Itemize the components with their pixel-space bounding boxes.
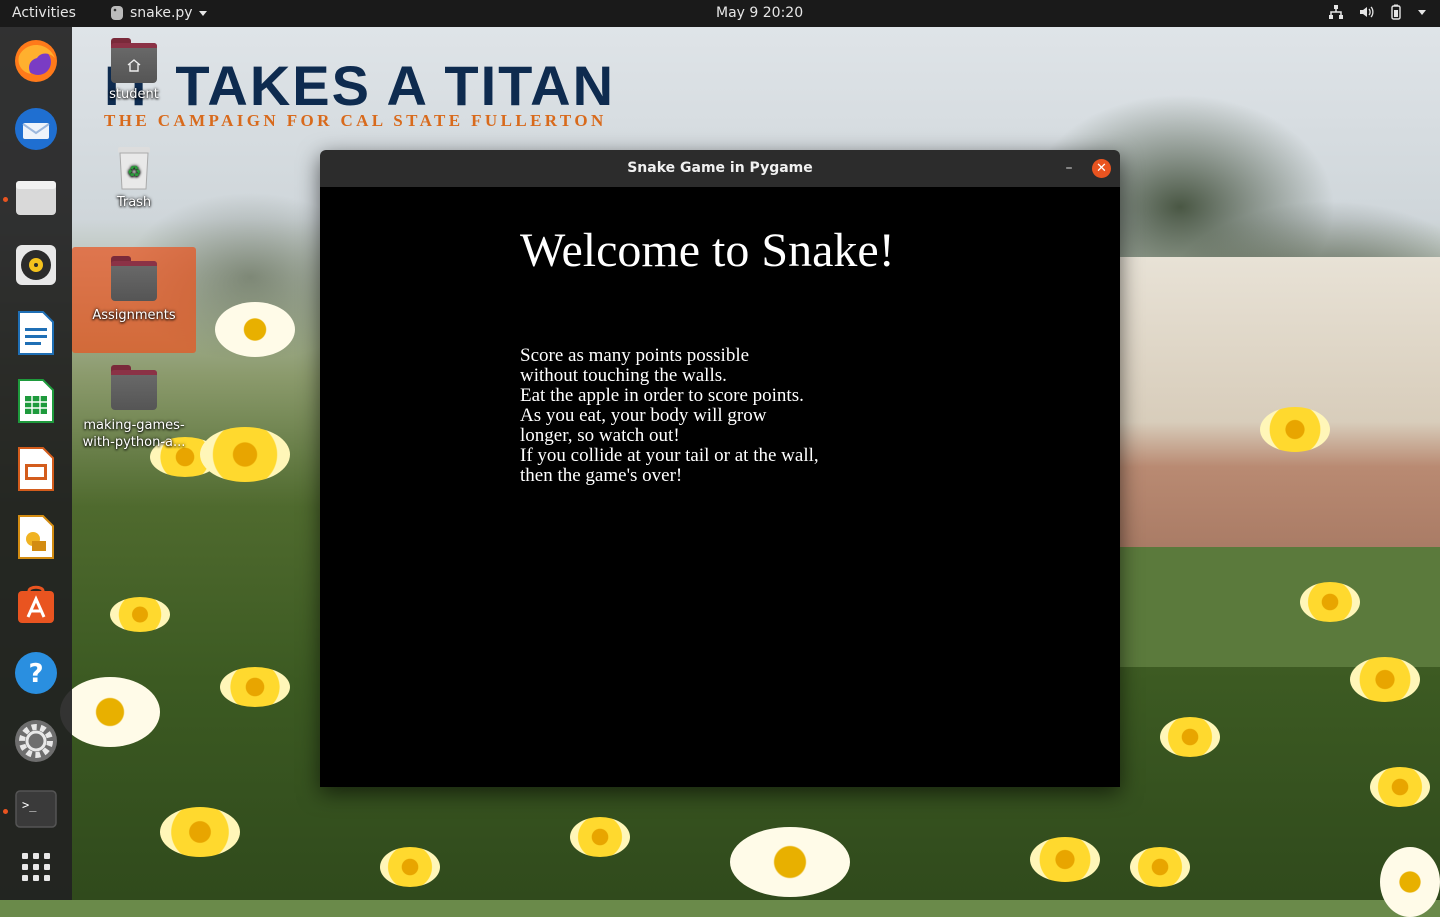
wallpaper-lawn bbox=[1120, 547, 1440, 667]
libreoffice-writer-icon bbox=[18, 311, 54, 355]
dock-calc[interactable] bbox=[12, 377, 60, 425]
instruction-line: Eat the apple in order to score points. bbox=[520, 385, 804, 406]
dock-settings[interactable] bbox=[12, 717, 60, 765]
show-applications-button[interactable] bbox=[12, 843, 60, 891]
trash-icon: ♻ bbox=[118, 147, 150, 190]
libreoffice-draw-icon bbox=[18, 515, 54, 559]
dock-firefox[interactable] bbox=[12, 37, 60, 85]
running-indicator bbox=[3, 809, 8, 814]
dock-impress[interactable] bbox=[12, 445, 60, 493]
wallpaper-flower bbox=[1030, 837, 1100, 882]
svg-text:?: ? bbox=[28, 659, 43, 689]
help-icon: ? bbox=[15, 652, 57, 694]
volume-icon bbox=[1360, 6, 1374, 18]
wallpaper-flower bbox=[730, 827, 850, 897]
folder-icon bbox=[111, 365, 157, 410]
wallpaper-flower bbox=[220, 667, 290, 707]
desktop-icon-label: making-games- with-python-a... bbox=[72, 417, 196, 451]
dock: ? >_ bbox=[0, 27, 72, 900]
game-canvas[interactable]: Welcome to Snake! Score as many points p… bbox=[320, 187, 1120, 787]
folder-icon bbox=[111, 256, 157, 301]
welcome-heading: Welcome to Snake! bbox=[520, 224, 895, 277]
desktop-icon-assignments[interactable]: Assignments bbox=[72, 247, 196, 353]
instructions-text: Score as many points possible without to… bbox=[520, 346, 819, 486]
running-indicator bbox=[3, 197, 8, 202]
snake-game-window[interactable]: Snake Game in Pygame – ✕ Welcome to Snak… bbox=[320, 150, 1120, 787]
terminal-icon: >_ bbox=[15, 790, 57, 828]
desktop-icon-label-line: making-games- bbox=[83, 418, 185, 433]
app-menu[interactable]: snake.py bbox=[110, 5, 207, 21]
dock-draw[interactable] bbox=[12, 513, 60, 561]
home-folder-icon bbox=[111, 38, 157, 83]
python-app-icon bbox=[111, 6, 123, 20]
dock-help[interactable]: ? bbox=[12, 649, 60, 697]
wallpaper-flower bbox=[215, 302, 295, 357]
close-button[interactable]: ✕ bbox=[1092, 159, 1111, 178]
firefox-icon bbox=[15, 40, 57, 82]
instruction-line: If you collide at your tail or at the wa… bbox=[520, 445, 819, 466]
system-tray[interactable] bbox=[1328, 4, 1426, 20]
gear-icon bbox=[15, 720, 57, 762]
desktop-icon-label: Trash bbox=[116, 195, 152, 210]
chevron-down-icon bbox=[198, 10, 207, 16]
instruction-line: without touching the walls. bbox=[520, 365, 727, 386]
app-grid-icon bbox=[22, 853, 50, 881]
desktop-icon-label: student bbox=[109, 87, 159, 102]
svg-text:♻: ♻ bbox=[127, 162, 141, 181]
wallpaper-flower bbox=[1300, 582, 1360, 622]
wallpaper-flower bbox=[570, 817, 630, 857]
wallpaper-flower bbox=[1130, 847, 1190, 887]
dock-files[interactable] bbox=[12, 173, 60, 221]
thunderbird-icon bbox=[15, 108, 57, 150]
desktop-icon-making-games[interactable]: making-games- with-python-a... bbox=[72, 362, 196, 451]
system-menu-chevron-icon bbox=[1418, 9, 1426, 15]
wallpaper-flower bbox=[1380, 847, 1440, 917]
desktop-icon-label-line: with-python-a... bbox=[82, 435, 186, 450]
wallpaper-flower bbox=[1370, 767, 1430, 807]
desktop-icon-label: Assignments bbox=[92, 308, 176, 323]
campaign-banner-subtitle: THE CAMPAIGN FOR CAL STATE FULLERTON bbox=[104, 111, 607, 130]
instruction-line: longer, so watch out! bbox=[520, 425, 680, 446]
instruction-line: then the game's over! bbox=[520, 465, 683, 486]
network-icon bbox=[1329, 5, 1343, 19]
wallpaper-flower bbox=[1160, 717, 1220, 757]
dock-terminal[interactable]: >_ bbox=[12, 785, 60, 833]
rhythmbox-icon bbox=[16, 245, 56, 285]
desktop-icon-home[interactable]: student bbox=[72, 37, 196, 102]
wallpaper-flower bbox=[380, 847, 440, 887]
clock[interactable]: May 9 20:20 bbox=[716, 5, 803, 21]
app-menu-label: snake.py bbox=[130, 5, 193, 21]
wallpaper-flower bbox=[60, 677, 160, 747]
minimize-button[interactable]: – bbox=[1058, 150, 1080, 187]
desktop-icon-trash[interactable]: ♻ Trash bbox=[72, 145, 196, 210]
house-icon bbox=[127, 59, 141, 72]
wallpaper-building bbox=[1120, 257, 1440, 557]
dock-thunderbird[interactable] bbox=[12, 105, 60, 153]
top-bar: Activities snake.py May 9 20:20 bbox=[0, 0, 1440, 27]
activities-button[interactable]: Activities bbox=[12, 5, 76, 21]
window-title: Snake Game in Pygame bbox=[627, 160, 813, 176]
libreoffice-calc-icon bbox=[18, 379, 54, 423]
window-titlebar[interactable]: Snake Game in Pygame – ✕ bbox=[320, 150, 1120, 187]
files-icon bbox=[16, 181, 56, 215]
instruction-line: Score as many points possible bbox=[520, 345, 750, 366]
wallpaper-flower bbox=[1260, 407, 1330, 452]
dock-rhythmbox[interactable] bbox=[12, 241, 60, 289]
wallpaper-flower bbox=[1350, 657, 1420, 702]
instruction-line: As you eat, your body will grow bbox=[520, 405, 767, 426]
dock-writer[interactable] bbox=[12, 309, 60, 357]
wallpaper-flower bbox=[200, 427, 290, 482]
svg-text:>_: >_ bbox=[22, 798, 37, 812]
wallpaper-flower bbox=[160, 807, 240, 857]
wallpaper-flower bbox=[110, 597, 170, 632]
dock-software[interactable] bbox=[12, 581, 60, 629]
libreoffice-impress-icon bbox=[18, 447, 54, 491]
battery-icon bbox=[1391, 4, 1401, 20]
ubuntu-software-icon bbox=[18, 585, 54, 623]
